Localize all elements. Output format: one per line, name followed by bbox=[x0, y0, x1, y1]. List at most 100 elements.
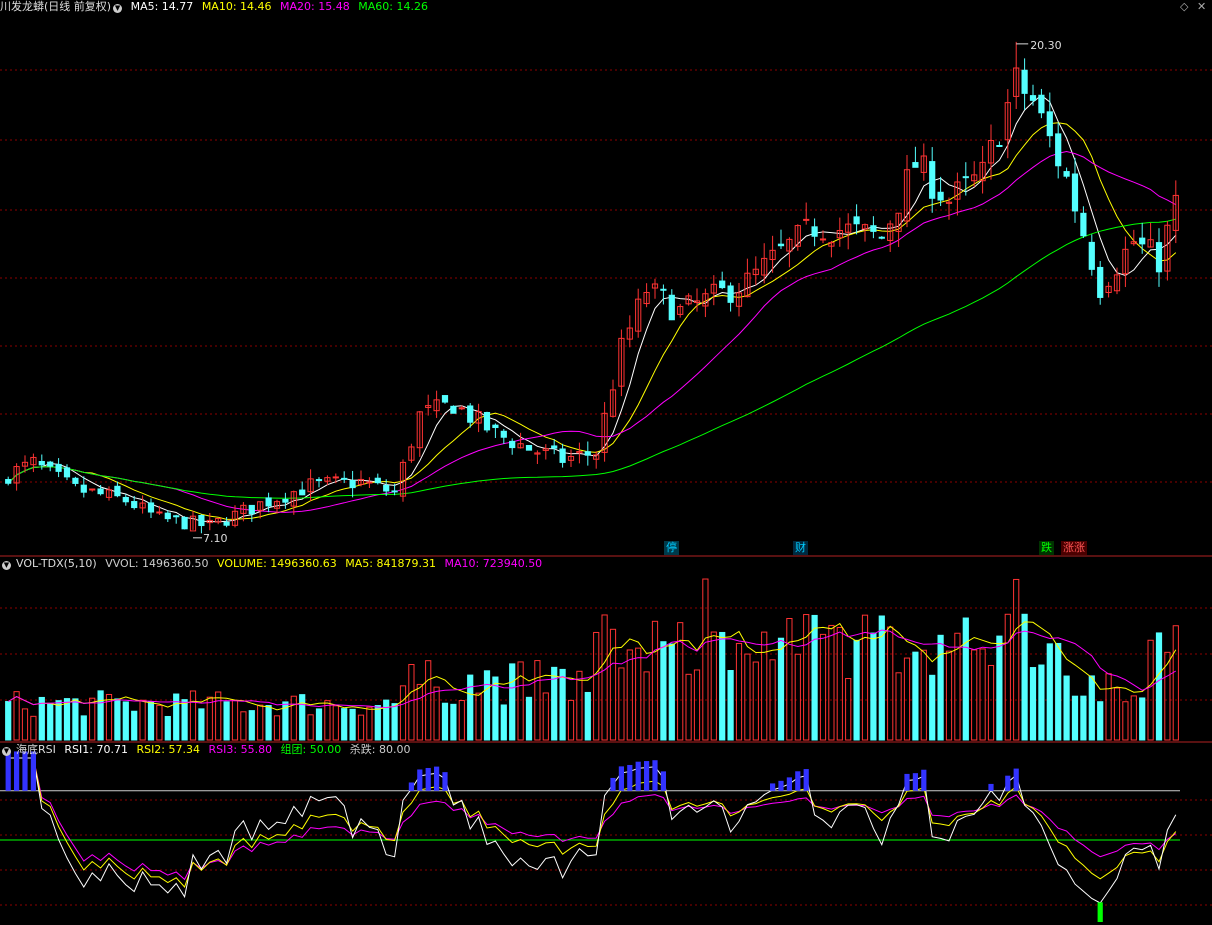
diamond-icon[interactable]: ◇ bbox=[1180, 0, 1188, 13]
volume-bar bbox=[1063, 675, 1070, 741]
volume-bar bbox=[416, 683, 423, 741]
volume-bar bbox=[97, 690, 104, 741]
candle bbox=[937, 191, 944, 201]
candle bbox=[1046, 111, 1053, 137]
candle bbox=[551, 445, 558, 449]
volume-bar bbox=[693, 669, 701, 741]
rsi-overbought-bar bbox=[988, 783, 994, 791]
volume-bar bbox=[870, 632, 877, 741]
candle bbox=[509, 440, 516, 449]
rsi-overbought-bar bbox=[30, 751, 37, 791]
volume-bar bbox=[727, 670, 734, 741]
volume-bar bbox=[433, 686, 440, 741]
candle bbox=[147, 502, 155, 513]
volume-bar bbox=[887, 626, 894, 741]
rsi-overbought-bar bbox=[1013, 768, 1019, 791]
candle bbox=[391, 490, 398, 493]
marker-rise[interactable]: 涨涨 bbox=[1061, 541, 1087, 555]
group-label: 组团: 50.00 bbox=[280, 743, 342, 756]
volume-bar bbox=[273, 715, 281, 741]
candle bbox=[47, 461, 54, 467]
rsi-overbought-bar bbox=[22, 751, 28, 791]
candle bbox=[1063, 171, 1070, 177]
volume-bar bbox=[777, 637, 785, 741]
volume-bar bbox=[156, 704, 163, 741]
volume-bar bbox=[383, 699, 390, 741]
candle bbox=[483, 411, 491, 431]
volume-bar bbox=[735, 642, 743, 741]
volume-bar bbox=[240, 711, 247, 741]
settings-icon[interactable]: ▼ bbox=[2, 747, 11, 756]
candle bbox=[803, 218, 810, 221]
volume-bar bbox=[206, 696, 213, 741]
settings-icon[interactable]: ▼ bbox=[2, 561, 11, 570]
ma5-line bbox=[7, 94, 1177, 523]
rsi-overbought-bar bbox=[408, 782, 415, 791]
marker-finance[interactable]: 财 bbox=[793, 541, 808, 555]
candle bbox=[1055, 133, 1062, 167]
volume-bar bbox=[1029, 667, 1037, 741]
rsi1-line bbox=[8, 757, 1177, 904]
volume-bar bbox=[349, 708, 356, 741]
volume-bar bbox=[828, 624, 835, 741]
candle bbox=[299, 489, 306, 496]
rsi-overbought-bar bbox=[13, 751, 20, 791]
candle bbox=[223, 521, 230, 526]
volume-bar bbox=[450, 703, 457, 741]
volume-bar bbox=[467, 674, 474, 741]
rsi-overbought-bar bbox=[912, 773, 919, 791]
candle bbox=[265, 497, 272, 507]
volume-bar bbox=[248, 710, 255, 741]
volume-bar bbox=[685, 673, 692, 741]
close-icon[interactable]: ✕ bbox=[1197, 0, 1206, 13]
volume-bar bbox=[576, 670, 583, 741]
rsi-overbought-bar bbox=[643, 761, 650, 791]
volume-bar bbox=[13, 691, 20, 741]
candle bbox=[660, 288, 667, 291]
volume-bar bbox=[265, 705, 272, 741]
rsi-panel-header: ▼ 海底RSI RSI1: 70.71 RSI2: 57.34 RSI3: 55.… bbox=[0, 743, 415, 757]
candle bbox=[122, 496, 129, 503]
volume-bar bbox=[290, 695, 297, 741]
rsi2-label: RSI2: 57.34 bbox=[136, 743, 200, 756]
volume-panel-header: ▼ VOL-TDX(5,10) VVOL: 1496360.50 VOLUME: … bbox=[0, 557, 547, 571]
volume-bar bbox=[912, 651, 919, 741]
volume-bar bbox=[357, 714, 365, 741]
vvol-label: VVOL: 1496360.50 bbox=[105, 557, 209, 570]
rsi-overbought-bar bbox=[660, 771, 667, 791]
rsi-overbought-bar bbox=[769, 783, 776, 791]
volume-bar bbox=[483, 670, 491, 741]
volume-bar bbox=[1071, 695, 1079, 741]
volume-bar bbox=[231, 699, 239, 741]
volume-bar bbox=[811, 614, 818, 741]
candle bbox=[5, 479, 12, 484]
rsi1-label: RSI1: 70.71 bbox=[64, 743, 128, 756]
volume-bar bbox=[55, 700, 62, 741]
volume-bar bbox=[1013, 578, 1020, 741]
rsi-overbought-bar bbox=[1005, 775, 1011, 791]
candle bbox=[282, 498, 289, 503]
rsi-overbought-bar bbox=[803, 769, 809, 791]
candle bbox=[962, 176, 969, 179]
marker-fall[interactable]: 跌 bbox=[1039, 541, 1054, 555]
volume-bar bbox=[147, 701, 155, 741]
volume-bar bbox=[752, 661, 759, 741]
volume-bar bbox=[819, 633, 827, 741]
volume-bar bbox=[122, 701, 129, 741]
volume-bar bbox=[500, 704, 507, 741]
candle bbox=[467, 405, 474, 423]
volume-bar bbox=[1105, 673, 1112, 741]
volume-bar bbox=[1004, 613, 1011, 741]
candle bbox=[1038, 94, 1045, 114]
volume-bar bbox=[937, 634, 944, 741]
volume-bar bbox=[761, 631, 768, 741]
ma20-line bbox=[7, 150, 1177, 513]
volume-bar bbox=[1130, 695, 1137, 741]
settings-icon[interactable]: ▼ bbox=[113, 4, 123, 13]
volume-bar bbox=[21, 708, 29, 741]
candle bbox=[719, 280, 726, 289]
volume-bar bbox=[30, 715, 37, 741]
volume-bar bbox=[651, 620, 659, 741]
marker-stop[interactable]: 停 bbox=[664, 541, 679, 555]
candle bbox=[525, 444, 533, 451]
